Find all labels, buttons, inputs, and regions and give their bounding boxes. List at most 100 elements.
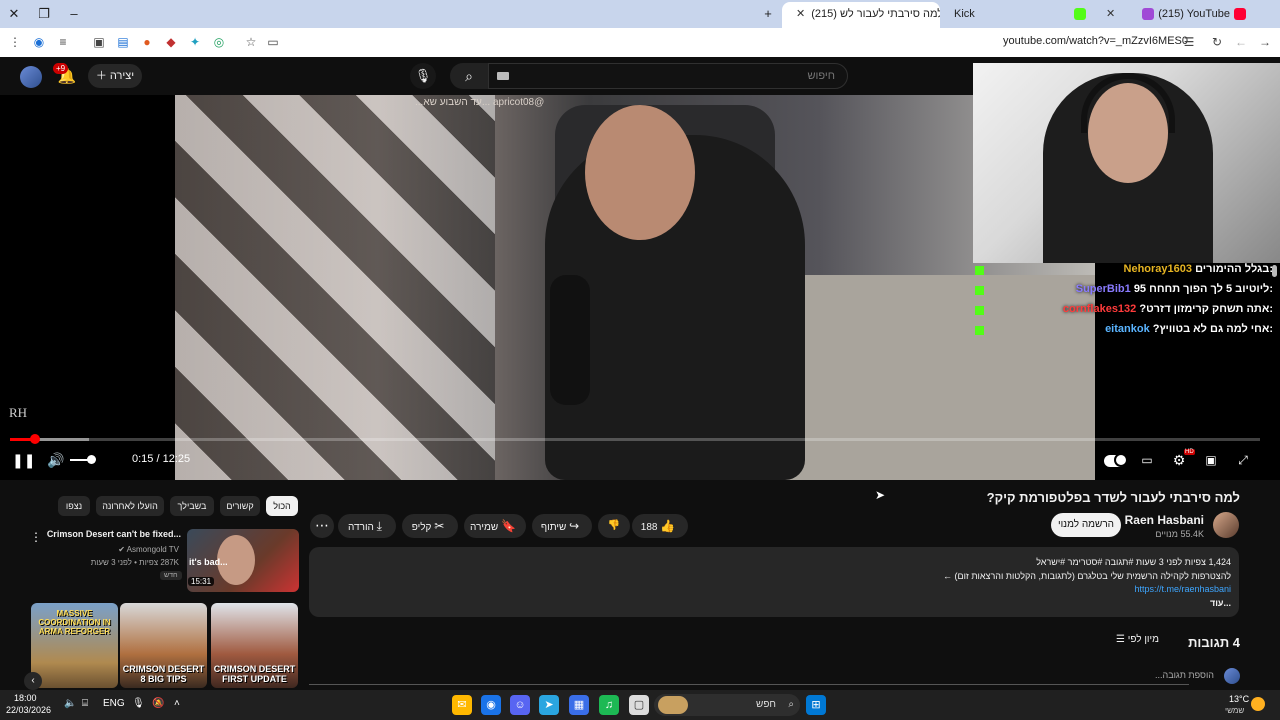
shelf-thumbnail[interactable]: CRIMSON DESERT FIRST UPDATE: [211, 603, 298, 688]
shelf-caption: CRIMSON DESERT FIRST UPDATE: [213, 664, 296, 684]
chat-text: :אחי למה גם לא בטוויץ?: [1152, 323, 1273, 335]
notifications-muted-icon[interactable]: 🔕: [152, 698, 164, 709]
menu-dots-icon[interactable]: ⋮: [6, 33, 24, 51]
spotify-icon[interactable]: ♫: [599, 695, 619, 715]
subscribe-button[interactable]: הרשמה למנוי: [1051, 513, 1121, 537]
volume-slider-thumb[interactable]: [87, 455, 96, 464]
subtitles-icon[interactable]: ▭: [1138, 451, 1156, 469]
account-avatar[interactable]: [20, 66, 42, 88]
fullscreen-icon[interactable]: ⤢: [1234, 451, 1252, 469]
extension-icon[interactable]: ◉: [30, 33, 48, 51]
related-video-title[interactable]: Crimson Desert can't be fixed...: [44, 529, 181, 539]
extension-icon[interactable]: ◎: [210, 33, 228, 51]
search-icon[interactable]: ⌕: [450, 63, 488, 89]
clock-time[interactable]: 18:00: [14, 693, 37, 703]
shelf-caption: CRIMSON DESERT 8 BIG TIPS: [122, 664, 205, 684]
forward-icon[interactable]: ←: [1232, 33, 1250, 51]
share-button[interactable]: שיתוף ↪: [532, 514, 592, 538]
kick-webcam-overlay: [973, 63, 1280, 263]
related-channel-name: Asmongold TV: [126, 545, 179, 554]
channel-name[interactable]: Raen Hasbani: [1125, 513, 1204, 527]
close-tab-icon[interactable]: ✕: [796, 2, 805, 26]
weather-temperature[interactable]: 13°C: [1229, 694, 1249, 704]
clock-date[interactable]: 22/03/2026: [6, 705, 51, 715]
extensions-puzzle-icon[interactable]: ▣: [90, 33, 108, 51]
dislike-button[interactable]: 👎: [598, 514, 630, 538]
network-icon[interactable]: ⌸: [82, 698, 88, 709]
extension-icon[interactable]: ≡: [54, 33, 72, 51]
video-streamer-head: [585, 105, 695, 240]
speaker-icon[interactable]: 🔈: [64, 698, 76, 709]
chat-username: Nehoray1603: [1123, 263, 1193, 275]
kebab-menu-icon[interactable]: ⋮: [30, 530, 42, 544]
discord-icon[interactable]: ☺: [510, 695, 530, 715]
progress-scrubber[interactable]: [30, 434, 41, 444]
cast-icon[interactable]: ▭: [264, 33, 282, 51]
progress-bar[interactable]: [10, 438, 1260, 441]
shelf-thumbnail[interactable]: CRIMSON DESERT 8 BIG TIPS: [120, 603, 207, 688]
extension-icon[interactable]: ▤: [114, 33, 132, 51]
shelf-caption: MASSIVE COORDINATION IN ARMA REFORGER: [38, 609, 111, 636]
close-tab-icon[interactable]: ✕: [1106, 2, 1115, 26]
chat-scrollbar[interactable]: [1272, 265, 1277, 277]
kick-badge-icon: [975, 266, 984, 275]
back-icon[interactable]: →: [1256, 33, 1274, 51]
restore-window-icon[interactable]: ❐: [34, 4, 54, 24]
more-actions-icon[interactable]: ⋯: [310, 514, 334, 538]
download-button[interactable]: הורדה ⤓: [338, 514, 396, 538]
pause-icon[interactable]: ❚❚: [12, 451, 35, 469]
bookmark-star-icon[interactable]: ☆: [242, 33, 260, 51]
create-button[interactable]: ＋ יצירה: [88, 64, 142, 88]
tab-youtube-home[interactable]: ✕ (215) YouTube: [1098, 2, 1258, 28]
chrome-icon[interactable]: ◉: [481, 695, 501, 715]
extension-icon[interactable]: ●: [138, 33, 156, 51]
kick-badge-icon: [975, 306, 984, 315]
tab-kick[interactable]: Kick: [940, 2, 1098, 28]
shelf-prev-chevron-icon[interactable]: ‹: [24, 672, 42, 690]
description-more[interactable]: ...עוד: [1210, 598, 1231, 608]
add-comment-input[interactable]: הוספת תגובה...: [1155, 670, 1214, 680]
microphone-tray-icon[interactable]: 🎙: [132, 698, 145, 709]
chip-recently-uploaded[interactable]: הועלו לאחרונה: [96, 496, 164, 516]
minimize-window-icon[interactable]: –: [64, 4, 84, 24]
description-box[interactable]: 1,424 צפיות לפני 3 שעות #תגובה #סטרימר #…: [309, 547, 1239, 617]
related-video-duration: 15:31: [188, 577, 215, 586]
thumbnail-caption: it's bad...: [189, 557, 228, 567]
extension-icon[interactable]: ✦: [186, 33, 204, 51]
related-video-channel[interactable]: ✔ Asmongold TV: [118, 545, 179, 554]
windows-start-icon[interactable]: ⊞: [806, 695, 826, 715]
commenter-avatar: [1224, 668, 1240, 684]
theater-mode-icon[interactable]: ▣: [1202, 451, 1220, 469]
telegram-link[interactable]: https://t.me/raenhasbani: [1134, 584, 1231, 594]
save-button[interactable]: שמירה 🔖: [464, 514, 526, 538]
address-bar-url[interactable]: youtube.com/watch?v=_mZzvI6MES0: [1003, 35, 1188, 47]
voice-search-mic-icon[interactable]: 🎙: [410, 63, 436, 89]
shelf-thumbnail[interactable]: MASSIVE COORDINATION IN ARMA REFORGER: [31, 603, 118, 688]
app-grid-icon[interactable]: ▦: [569, 695, 589, 715]
extension-icon[interactable]: ◆: [162, 33, 180, 51]
new-badge: חדש: [160, 571, 182, 580]
chip-related[interactable]: קשורים: [220, 496, 260, 516]
channel-avatar[interactable]: [1213, 512, 1239, 538]
chip-for-you[interactable]: בשבילך: [170, 496, 214, 516]
keyboard-icon[interactable]: [497, 72, 509, 80]
chat-message: :בגלל ההימורים Nehoray1603: [973, 263, 1273, 281]
file-explorer-icon[interactable]: ▢: [629, 695, 649, 715]
weather-description: שמשי: [1225, 706, 1245, 715]
chip-all[interactable]: הכול: [266, 496, 298, 516]
volume-icon[interactable]: 🔊: [46, 451, 66, 469]
site-settings-icon[interactable]: ☰: [1180, 33, 1198, 51]
search-input[interactable]: [488, 63, 848, 89]
reload-icon[interactable]: ↻: [1208, 33, 1226, 51]
telegram-icon[interactable]: ➤: [539, 695, 559, 715]
chip-watched[interactable]: נצפו: [58, 496, 90, 516]
new-tab-icon[interactable]: +: [758, 4, 778, 24]
close-window-icon[interactable]: ✕: [4, 4, 24, 24]
tab-youtube-video[interactable]: ✕ (215) למה סירבתי לעבור לש...: [782, 2, 940, 28]
show-hidden-icons-chevron-icon[interactable]: ˄: [174, 698, 180, 709]
sort-comments-button[interactable]: מיון לפי ☰: [1116, 634, 1159, 645]
like-button[interactable]: 188 👍: [632, 514, 688, 538]
clip-button[interactable]: קליפ ✂: [402, 514, 458, 538]
app-icon[interactable]: ✉: [452, 695, 472, 715]
input-language[interactable]: ENG: [103, 698, 125, 709]
